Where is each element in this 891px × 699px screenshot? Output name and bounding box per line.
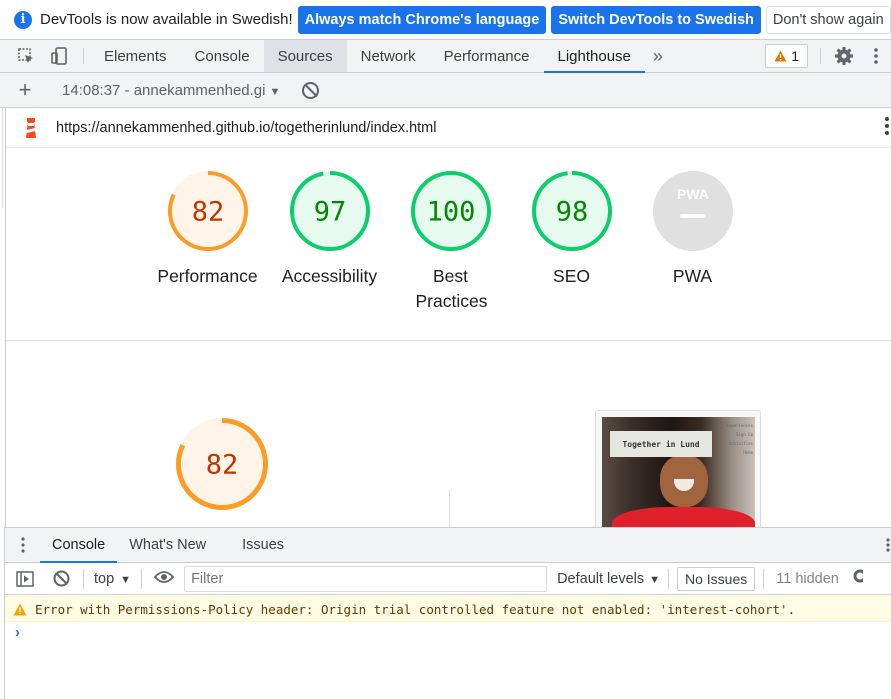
score-gauge-ring: PWA xyxy=(652,171,733,251)
thumbnail-image: Together in Lund Experiences Sign Up Act… xyxy=(602,417,755,527)
thumbnail-site-title: Together in Lund xyxy=(610,431,712,457)
section-divider xyxy=(6,340,891,341)
toolbar-separator xyxy=(668,568,669,589)
drawer-menu-icon[interactable] xyxy=(5,528,40,562)
thumbnail-nav: Experiences Sign Up Activities Home xyxy=(727,421,754,457)
dropdown-caret-icon: ▼ xyxy=(649,573,660,586)
console-toolbar: top ▼ Default levels ▼ No Issues 11 hidden xyxy=(5,563,891,595)
dropdown-caret-icon: ▼ xyxy=(120,573,132,586)
tab-network[interactable]: Network xyxy=(347,40,430,72)
lighthouse-logo-icon xyxy=(26,118,36,138)
clear-console-icon[interactable] xyxy=(43,570,79,587)
warning-icon xyxy=(5,603,35,616)
score-value: 97 xyxy=(313,197,346,228)
thumbnail-nav-item: Home xyxy=(743,450,753,455)
tab-elements[interactable]: Elements xyxy=(90,40,181,72)
score-value: 100 xyxy=(426,197,475,228)
score-gauge-pwa[interactable]: PWA PWA xyxy=(632,171,753,289)
close-drawer-icon[interactable] xyxy=(881,528,891,562)
devtools-tabbar: Elements Console Sources Network Perform… xyxy=(0,40,891,73)
drawer-tabbar: Console What's New Issues xyxy=(5,527,891,563)
toolbar-separator xyxy=(820,48,821,64)
toolbar-separator xyxy=(141,568,143,589)
toolbar-separator xyxy=(763,568,765,589)
score-value: 82 xyxy=(191,197,224,228)
score-label: Best Practices xyxy=(415,266,488,311)
score-gauges: 82 Performance 97 Accessibility 100 Best Prac… xyxy=(6,171,891,341)
log-levels-dropdown[interactable]: Default levels ▼ xyxy=(557,571,660,587)
always-match-language-button[interactable]: Always match Chrome's language xyxy=(297,5,547,34)
score-label: PWA xyxy=(672,266,713,286)
score-gauge-ring: 97 xyxy=(289,171,370,251)
live-expression-eye-icon[interactable] xyxy=(146,568,182,589)
toolbar-separator xyxy=(83,568,84,589)
left-gutter-line xyxy=(2,108,3,208)
settings-gear-icon[interactable] xyxy=(827,40,861,72)
performance-detail-gauge[interactable]: 82 xyxy=(176,418,268,513)
drawer-tab-issues[interactable]: Issues xyxy=(230,528,296,562)
pwa-dash-icon xyxy=(679,214,706,218)
warnings-badge[interactable]: 1 xyxy=(765,44,808,68)
clear-reports-icon[interactable] xyxy=(302,81,320,99)
console-message-text: Error with Permissions-Policy header: Or… xyxy=(35,601,796,617)
lighthouse-toolbar: + 14:08:37 - annekammenhed.gi ▼ xyxy=(0,73,891,108)
inspect-element-icon[interactable] xyxy=(9,40,43,72)
thumbnail-nav-item: Activities xyxy=(728,441,753,446)
report-url-bar: https://annekammenhed.github.io/together… xyxy=(6,108,891,148)
thumbnail-shirt xyxy=(612,507,755,527)
console-prompt-chevron-icon[interactable]: › xyxy=(15,624,20,641)
console-warning-message: Error with Permissions-Policy header: Or… xyxy=(5,596,891,622)
score-label: Accessibility xyxy=(281,266,378,286)
lighthouse-report: https://annekammenhed.github.io/together… xyxy=(5,108,891,527)
tab-lighthouse[interactable]: Lighthouse xyxy=(543,40,646,73)
score-gauge-ring: 82 xyxy=(176,418,268,510)
score-gauge-performance[interactable]: 82 Performance xyxy=(147,171,268,289)
warning-count: 1 xyxy=(791,48,799,64)
metrics-divider xyxy=(449,490,450,527)
dont-show-again-button[interactable]: Don't show again xyxy=(765,5,891,34)
score-gauge-seo[interactable]: 98 SEO xyxy=(511,171,632,289)
show-sidebar-icon[interactable] xyxy=(7,570,43,587)
final-screenshot-thumbnail[interactable]: Together in Lund Experiences Sign Up Act… xyxy=(595,410,761,527)
log-levels-value: Default levels xyxy=(557,570,645,587)
language-infobar: i DevTools is now available in Swedish! … xyxy=(0,0,891,40)
context-selector[interactable]: top ▼ xyxy=(88,571,137,587)
score-gauge-accessibility[interactable]: 97 Accessibility xyxy=(269,171,390,289)
new-report-plus-icon[interactable]: + xyxy=(0,77,50,103)
tab-console[interactable]: Console xyxy=(181,40,264,72)
score-value: 98 xyxy=(555,197,588,228)
drawer-tab-whats-new[interactable]: What's New xyxy=(117,528,218,562)
thumbnail-nav-item: Experiences xyxy=(726,423,754,428)
context-selector-value: top xyxy=(94,570,115,587)
tab-performance[interactable]: Performance xyxy=(430,40,544,72)
dropdown-caret-icon: ▼ xyxy=(269,85,281,98)
score-label: Performance xyxy=(157,266,258,286)
report-selector-value: 14:08:37 - annekammenhed.gi xyxy=(62,81,266,99)
device-toolbar-icon[interactable] xyxy=(43,40,77,72)
score-value: 82 xyxy=(206,450,239,481)
report-selector[interactable]: 14:08:37 - annekammenhed.gi ▼ xyxy=(50,82,280,99)
report-url[interactable]: https://annekammenhed.github.io/together… xyxy=(56,120,436,136)
score-gauge-best-practices[interactable]: 100 Best Practices xyxy=(390,171,511,314)
report-menu-icon[interactable] xyxy=(885,116,889,142)
pwa-badge-icon: PWA xyxy=(677,186,709,202)
customize-menu-icon[interactable] xyxy=(861,40,891,72)
warning-icon xyxy=(774,50,787,62)
more-tabs-chevron-icon[interactable]: » xyxy=(645,40,671,72)
score-label: SEO xyxy=(553,266,590,286)
thumbnail-nav-item: Sign Up xyxy=(736,432,753,437)
switch-to-swedish-button[interactable]: Switch DevTools to Swedish xyxy=(551,5,761,34)
issues-button[interactable]: No Issues xyxy=(677,566,756,591)
score-gauge-ring: 82 xyxy=(167,171,248,251)
console-filter-input[interactable] xyxy=(184,565,548,592)
info-icon: i xyxy=(14,10,32,29)
score-gauge-ring: 98 xyxy=(531,171,612,251)
hidden-messages-count: 11 hidden xyxy=(776,570,839,587)
tab-sources[interactable]: Sources xyxy=(263,40,347,72)
console-settings-gear-icon[interactable] xyxy=(851,567,863,590)
drawer-tab-console[interactable]: Console xyxy=(40,528,118,563)
toolbar-separator xyxy=(83,48,84,64)
score-gauge-ring: 100 xyxy=(410,171,491,251)
infobar-message: DevTools is now available in Swedish! xyxy=(40,11,293,28)
